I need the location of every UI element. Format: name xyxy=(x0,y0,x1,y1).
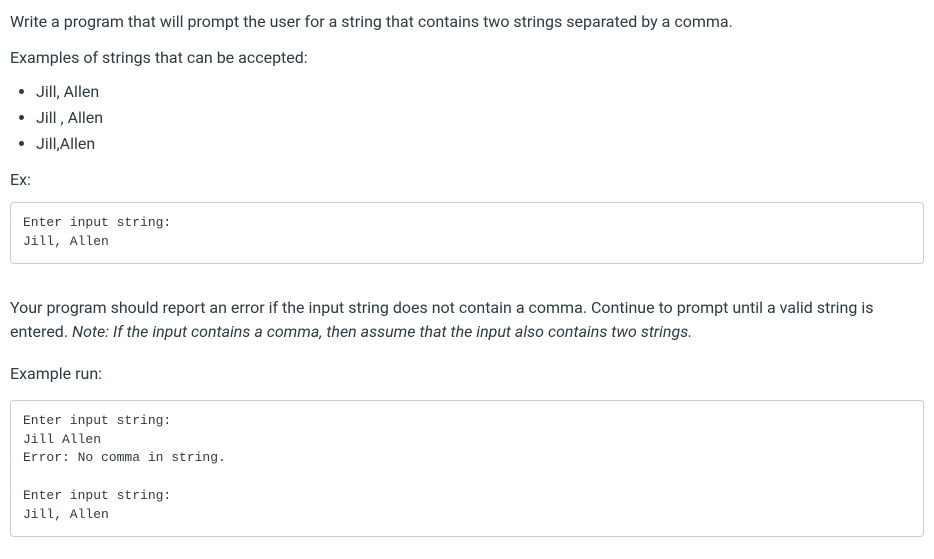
error-paragraph: Your program should report an error if t… xyxy=(10,296,924,344)
list-item: Jill,Allen xyxy=(36,132,924,156)
intro-paragraph: Write a program that will prompt the use… xyxy=(10,10,924,34)
example-run-label: Example run: xyxy=(10,362,924,386)
error-paragraph-note: Note: If the input contains a comma, the… xyxy=(72,322,692,341)
code-block-ex2: Enter input string: Jill Allen Error: No… xyxy=(10,400,924,537)
examples-list: Jill, Allen Jill , Allen Jill,Allen xyxy=(10,80,924,156)
examples-label: Examples of strings that can be accepted… xyxy=(10,46,924,70)
ex-label: Ex: xyxy=(10,168,924,192)
list-item: Jill, Allen xyxy=(36,80,924,104)
list-item: Jill , Allen xyxy=(36,106,924,130)
code-block-ex1: Enter input string: Jill, Allen xyxy=(10,202,924,264)
